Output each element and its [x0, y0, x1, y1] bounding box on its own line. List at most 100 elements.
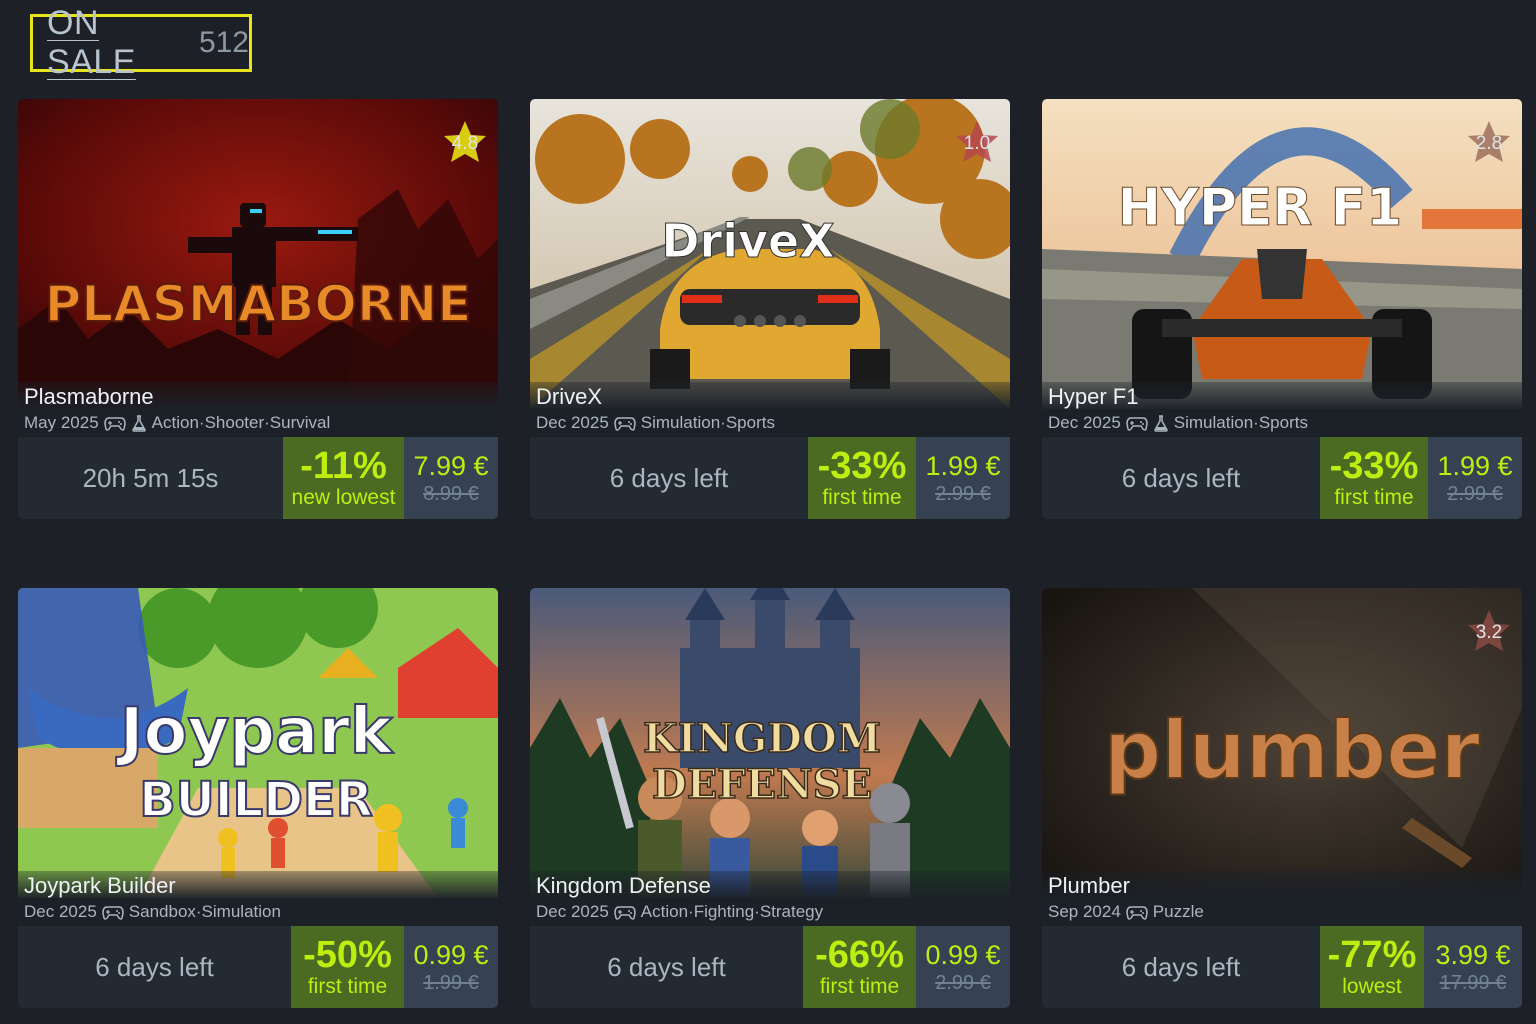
discount-badge: -77% lowest [1320, 926, 1424, 1008]
controller-icon [1126, 416, 1148, 431]
capsule-image[interactable]: Joypark BUILDER [18, 588, 498, 898]
discount-badge: -66% first time [803, 926, 916, 1008]
game-info: Joypark Builder Dec 2025 Sandbox·Simulat… [18, 871, 498, 926]
discount-badge: -11% new lowest [283, 437, 404, 519]
discount-badge: -33% first time [1320, 437, 1428, 519]
game-card-plumber[interactable]: plumber 3.2 Plumber Sep 2024 Puzzle 6 da… [1042, 588, 1522, 1008]
price-box: 0.99 € 2.99 € [916, 926, 1010, 1008]
capsule-image[interactable]: KINGDOM DEFENSE [530, 588, 1010, 898]
time-left: 6 days left [95, 951, 214, 982]
capsule-image[interactable]: PLASMABORNE 4.8 [18, 99, 498, 409]
original-price: 17.99 € [1439, 972, 1507, 994]
section-count: 512 [198, 26, 249, 59]
game-card-drivex[interactable]: DriveX 1.0 DriveX Dec 2025 Simulation·Sp… [530, 99, 1010, 519]
game-card-kingdom-defense[interactable]: KINGDOM DEFENSE Kingdom Defense Dec 2025… [530, 588, 1010, 1008]
rating-value: 4.8 [451, 133, 479, 154]
discount-note: first time [822, 486, 902, 509]
game-card-hyper-f1[interactable]: HYPER F1 2.8 Hyper F1 Dec 2025 Simulatio… [1042, 99, 1522, 519]
capsule-art: PLASMABORNE [18, 99, 498, 409]
discount-percent: -77% [1327, 934, 1417, 976]
discount-percent: -33% [817, 445, 907, 487]
sale-price: 0.99 € [413, 940, 489, 970]
genre-tags: Action·Shooter·Survival [151, 413, 331, 432]
discount-badge: -50% first time [291, 926, 404, 1008]
game-info: Plasmaborne May 2025 Action·Shooter·Surv… [18, 382, 498, 437]
capsule-image[interactable]: DriveX 1.0 [530, 99, 1010, 409]
game-title[interactable]: Plumber [1048, 873, 1130, 899]
release-date: Dec 2025 [24, 902, 97, 921]
price-box: 3.99 € 17.99 € [1424, 926, 1522, 1008]
game-title[interactable]: Kingdom Defense [536, 873, 711, 899]
rating-value: 1.0 [963, 133, 991, 154]
controller-icon [103, 416, 126, 431]
capsule-art: KINGDOM DEFENSE [530, 588, 1010, 898]
genre-tags: Puzzle [1152, 902, 1204, 921]
price-row[interactable]: 6 days left -77% lowest 3.99 € 17.99 € [1042, 926, 1522, 1008]
game-meta: May 2025 Action·Shooter·Survival [24, 413, 330, 433]
release-date: Sep 2024 [1048, 902, 1121, 921]
discount-note: new lowest [291, 486, 396, 509]
price-row[interactable]: 6 days left -33% first time 1.99 € 2.99 … [1042, 437, 1522, 519]
rating-badge: 3.2 [1466, 608, 1512, 654]
capsule-logo-text: Joypark [116, 695, 394, 769]
original-price: 2.99 € [935, 483, 991, 505]
game-info: DriveX Dec 2025 Simulation·Sports [530, 382, 1010, 437]
price-row[interactable]: 6 days left -50% first time 0.99 € 1.99 … [18, 926, 498, 1008]
controller-icon [102, 905, 124, 920]
discount-note: first time [819, 975, 900, 998]
game-meta: Dec 2025 Sandbox·Simulation [24, 902, 281, 922]
capsule-art: HYPER F1 [1042, 99, 1522, 409]
capsule-image[interactable]: plumber 3.2 [1042, 588, 1522, 898]
game-title[interactable]: Joypark Builder [24, 873, 176, 899]
release-date: Dec 2025 [536, 902, 609, 921]
price-box: 0.99 € 1.99 € [404, 926, 498, 1008]
controller-icon [1126, 905, 1148, 920]
discount-note: first time [307, 975, 388, 998]
price-row[interactable]: 6 days left -33% first time 1.99 € 2.99 … [530, 437, 1010, 519]
price-row[interactable]: 6 days left -66% first time 0.99 € 2.99 … [530, 926, 1010, 1008]
time-left: 6 days left [607, 951, 726, 982]
time-left: 20h 5m 15s [82, 462, 219, 493]
game-meta: Dec 2025 Simulation·Sports [536, 413, 775, 433]
controller-icon [614, 905, 636, 920]
capsule-logo-text: HYPER F1 [1118, 178, 1403, 238]
discount-note: first time [1334, 486, 1414, 509]
capsule-art: Joypark BUILDER [18, 588, 498, 898]
capsule-image[interactable]: HYPER F1 2.8 [1042, 99, 1522, 409]
sale-price: 1.99 € [1437, 451, 1513, 481]
original-price: 2.99 € [1447, 483, 1503, 505]
genre-tags: Action·Fighting·Strategy [640, 902, 824, 921]
capsule-logo-text: KINGDOM [643, 715, 881, 762]
discount-percent: -33% [1329, 445, 1419, 487]
price-row[interactable]: 20h 5m 15s -11% new lowest 7.99 € 8.99 € [18, 437, 498, 519]
rating-badge: 4.8 [442, 119, 488, 165]
game-meta: Dec 2025 Action·Fighting·Strategy [536, 902, 823, 922]
release-date: Dec 2025 [536, 413, 609, 432]
discount-badge: -33% first time [808, 437, 916, 519]
sale-price: 3.99 € [1435, 940, 1511, 970]
price-box: 7.99 € 8.99 € [404, 437, 498, 519]
genre-tags: Sandbox·Simulation [128, 902, 281, 921]
release-date: May 2025 [24, 413, 99, 432]
capsule-logo-subtext: BUILDER [139, 772, 373, 828]
game-title[interactable]: Plasmaborne [24, 384, 154, 410]
original-price: 1.99 € [423, 972, 479, 994]
game-title[interactable]: DriveX [536, 384, 602, 410]
section-header[interactable]: ON SALE 512 [30, 4, 252, 81]
rating-badge: 1.0 [954, 119, 1000, 165]
game-card-plasmaborne[interactable]: PLASMABORNE 4.8 Plasmaborne May 2025 Act… [18, 99, 498, 519]
capsule-logo-text: DriveX [661, 214, 834, 268]
game-card-joypark-builder[interactable]: Joypark BUILDER Joypark Builder Dec 2025… [18, 588, 498, 1008]
sale-price: 1.99 € [925, 451, 1001, 481]
rating-badge: 2.8 [1466, 119, 1512, 165]
genre-tags: Simulation·Sports [1173, 413, 1308, 432]
flask-icon [1154, 414, 1168, 432]
capsule-art: plumber [1042, 588, 1522, 898]
controller-icon [614, 416, 636, 431]
flask-icon [131, 414, 146, 432]
game-title[interactable]: Hyper F1 [1048, 384, 1138, 410]
discount-percent: -11% [300, 445, 387, 487]
game-info: Kingdom Defense Dec 2025 Action·Fighting… [530, 871, 1010, 926]
sale-price: 0.99 € [925, 940, 1001, 970]
section-title[interactable]: ON SALE [47, 4, 185, 82]
